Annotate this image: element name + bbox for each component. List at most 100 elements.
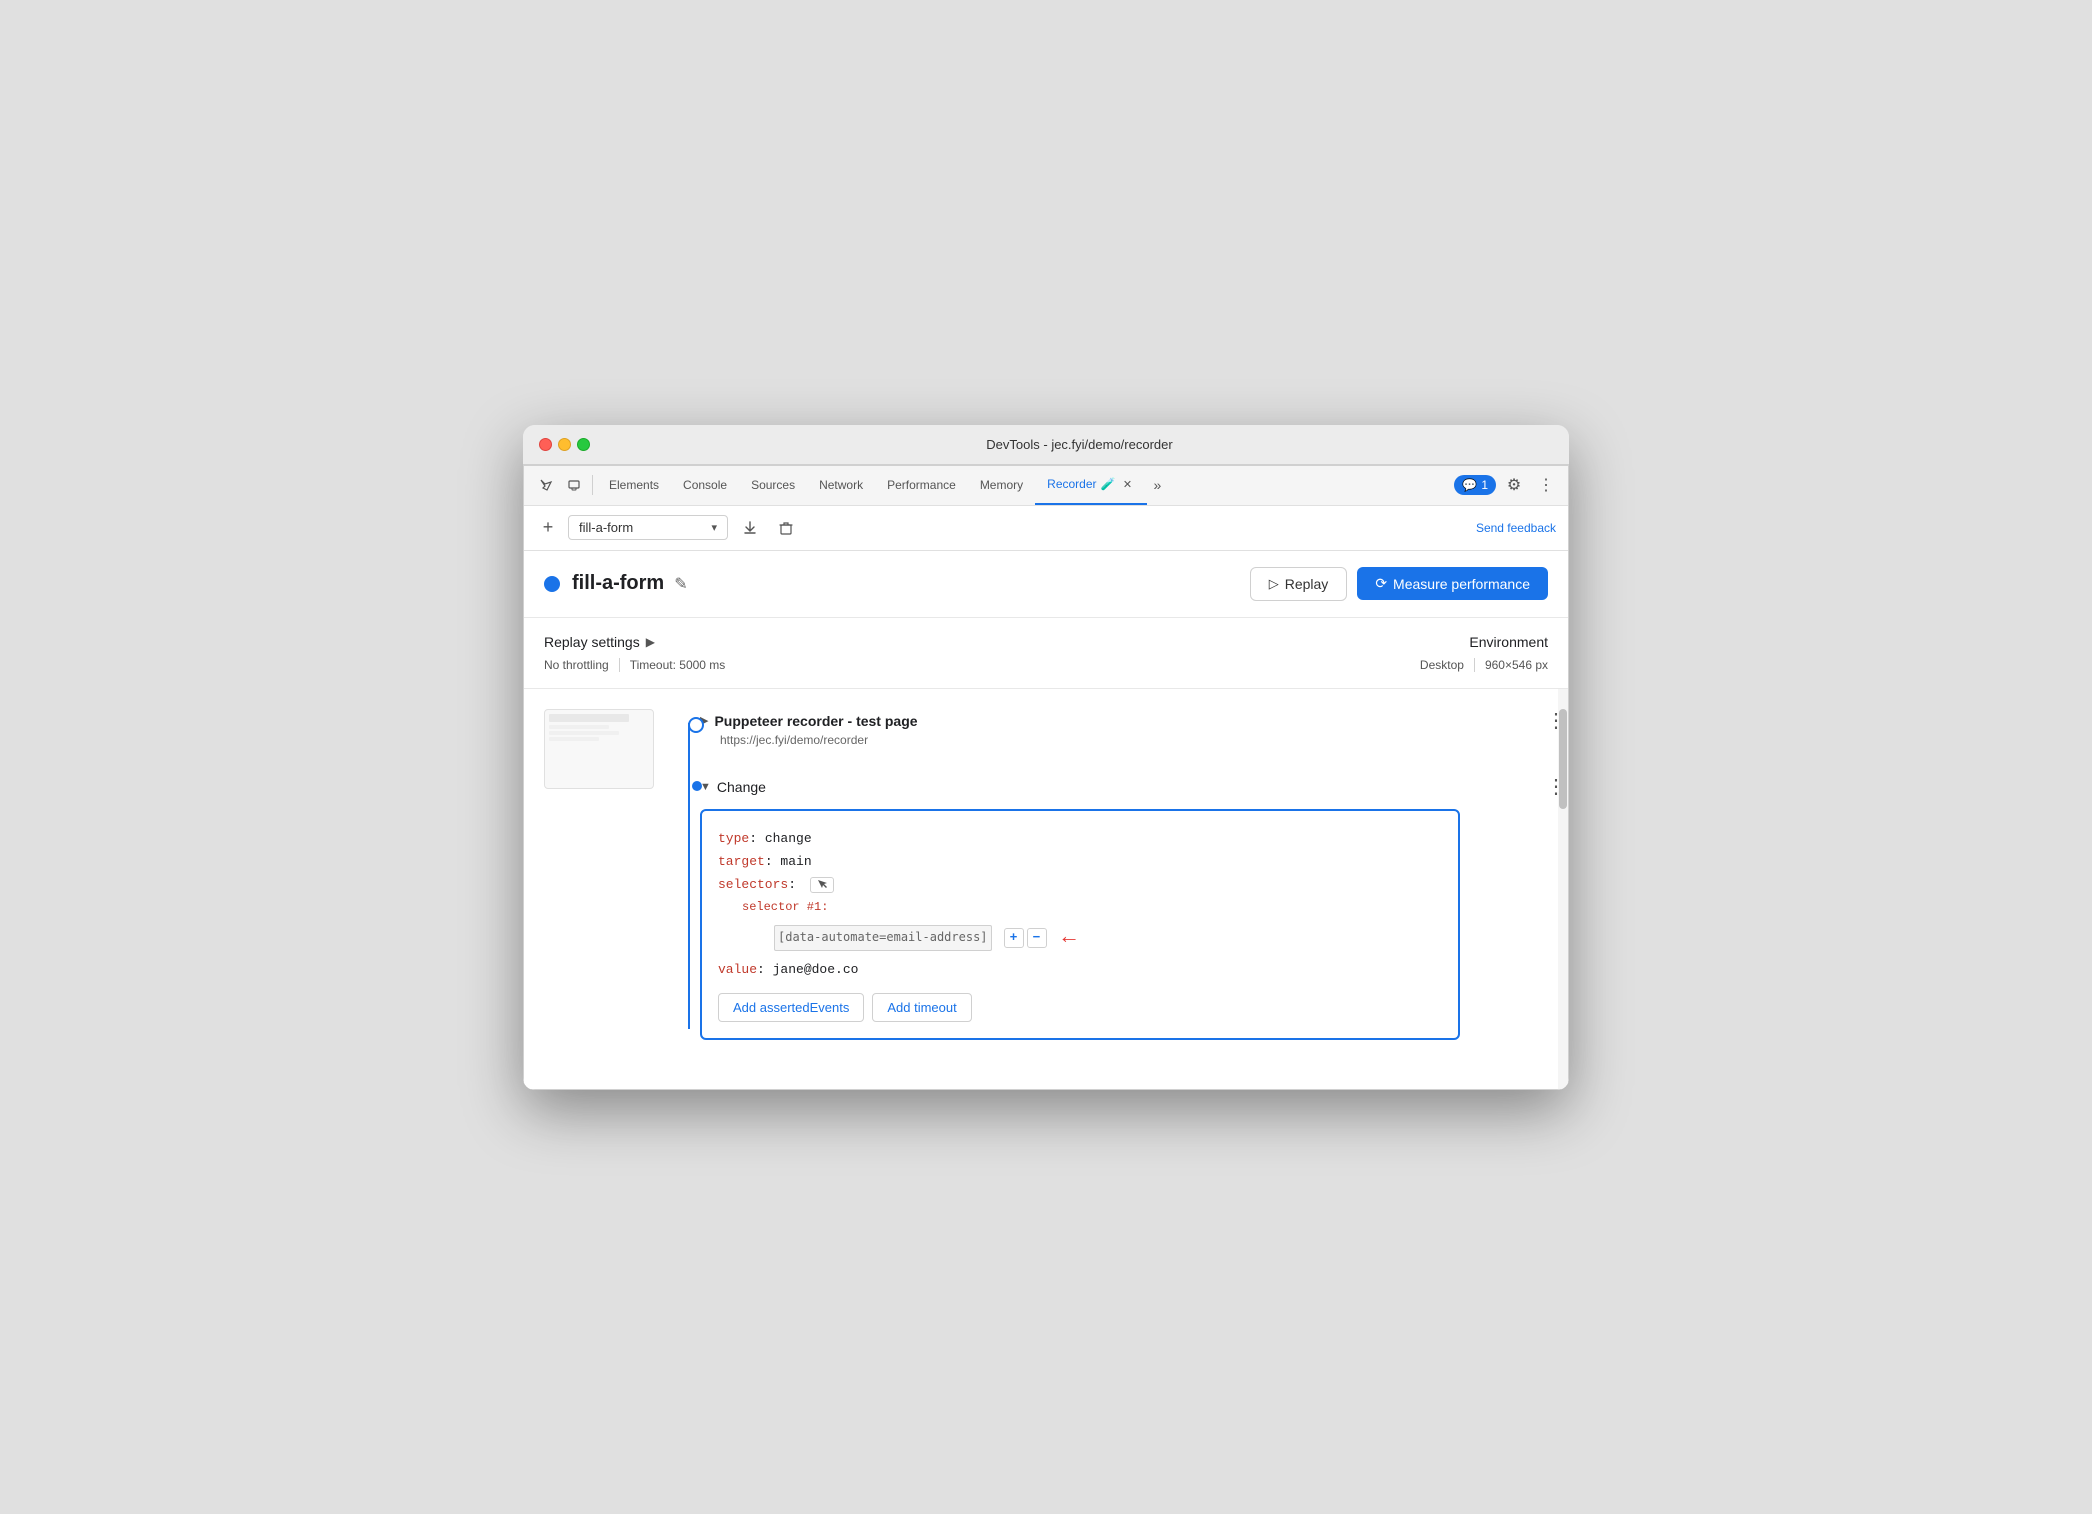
tab-separator	[592, 475, 593, 495]
chevron-down-icon: ▾	[711, 521, 717, 534]
code-selectors-key: selectors	[718, 873, 788, 896]
maximize-button[interactable]	[577, 438, 590, 451]
steps-area: ▶ Puppeteer recorder - test page ⋮ https…	[524, 689, 1568, 1089]
resolution-label: 960×546 px	[1485, 658, 1548, 672]
step-change-title: Change	[717, 779, 766, 795]
code-type-key: type	[718, 827, 749, 850]
replay-settings-arrow-icon: ▶	[646, 635, 655, 649]
tabs-bar: Elements Console Sources Network Perform…	[524, 466, 1568, 506]
recorder-tab-label: Recorder	[1047, 477, 1096, 491]
step-change: ▼ Change ⋮ type : change	[700, 775, 1568, 1041]
tab-right-icons: 💬 1 ⚙ ⋮	[1454, 471, 1560, 499]
red-arrow-indicator: ←	[1063, 918, 1076, 958]
tab-network[interactable]: Network	[807, 465, 875, 505]
code-target-colon: :	[765, 850, 781, 873]
tab-elements[interactable]: Elements	[597, 465, 671, 505]
action-buttons: Add assertedEvents Add timeout	[718, 993, 1442, 1022]
step-change-header: ▼ Change ⋮	[700, 775, 1568, 799]
code-selector-num-line: selector #1:	[718, 897, 1442, 919]
replay-settings-title[interactable]: Replay settings ▶	[544, 634, 1420, 650]
tab-sources[interactable]: Sources	[739, 465, 807, 505]
traffic-lights	[539, 438, 590, 451]
step-dot-navigate	[688, 717, 704, 733]
devtools-container: Elements Console Sources Network Perform…	[523, 465, 1569, 1090]
add-timeout-button[interactable]: Add timeout	[872, 993, 971, 1022]
recording-name: fill-a-form	[572, 572, 664, 595]
step-dot-change	[692, 781, 702, 791]
timeline-line	[688, 723, 690, 1029]
timeout-label: Timeout: 5000 ms	[630, 658, 726, 672]
code-value-val: jane@doe.co	[773, 958, 859, 981]
tab-performance[interactable]: Performance	[875, 465, 968, 505]
selector-value-text: [data-automate=email-address]	[774, 925, 992, 951]
measure-performance-button[interactable]: ⟳ Measure performance	[1357, 567, 1548, 600]
desktop-label: Desktop	[1420, 658, 1464, 672]
recorder-toolbar: + fill-a-form ▾ Send feedback	[524, 506, 1568, 551]
title-bar: DevTools - jec.fyi/demo/recorder	[523, 425, 1569, 465]
tab-memory[interactable]: Memory	[968, 465, 1035, 505]
thumbnail-content	[545, 710, 653, 745]
devtools-window: DevTools - jec.fyi/demo/recorder Element…	[523, 425, 1569, 1090]
delete-recording-button[interactable]	[772, 514, 800, 542]
code-value-key: value	[718, 958, 757, 981]
inspect-icon[interactable]	[532, 471, 560, 499]
thumbnail-col	[544, 709, 664, 1069]
code-type-colon: :	[749, 827, 765, 850]
code-selector-num: selector #1:	[742, 897, 828, 919]
code-target-key: target	[718, 850, 765, 873]
notification-badge[interactable]: 💬 1	[1454, 475, 1496, 495]
step-navigate: ▶ Puppeteer recorder - test page ⋮ https…	[700, 709, 1568, 747]
step-navigate-url: https://jec.fyi/demo/recorder	[700, 733, 1568, 747]
scrollbar-track[interactable]	[1558, 689, 1568, 1089]
code-selector-value-line: [data-automate=email-address] + − ←	[718, 918, 1442, 958]
more-options-icon[interactable]: ⋮	[1532, 471, 1560, 499]
environment-title: Environment	[1420, 634, 1548, 650]
tab-recorder[interactable]: Recorder 🧪 ✕	[1035, 465, 1147, 505]
add-remove-buttons: + −	[1004, 928, 1047, 948]
notification-count: 1	[1481, 478, 1488, 492]
edit-name-icon[interactable]: ✎	[674, 574, 687, 594]
tab-console[interactable]: Console	[671, 465, 739, 505]
code-selectors-line: selectors :	[718, 873, 1442, 896]
measure-icon: ⟳	[1375, 575, 1387, 592]
replay-label: Replay	[1285, 576, 1329, 592]
recording-header: fill-a-form ✎ ▷ Replay ⟳ Measure perform…	[524, 551, 1568, 618]
add-selector-button[interactable]: +	[1004, 928, 1024, 948]
throttling-label: No throttling	[544, 658, 609, 672]
steps-timeline: ▶ Puppeteer recorder - test page ⋮ https…	[680, 709, 1568, 1069]
code-block: type : change target : main selectors	[700, 809, 1460, 1041]
close-button[interactable]	[539, 438, 552, 451]
chat-icon: 💬	[1462, 478, 1477, 492]
measure-label: Measure performance	[1393, 576, 1530, 592]
cursor-icon	[815, 878, 829, 892]
main-content: fill-a-form ✎ ▷ Replay ⟳ Measure perform…	[524, 551, 1568, 1089]
play-icon: ▷	[1269, 576, 1279, 592]
more-tabs-icon[interactable]: »	[1147, 473, 1167, 497]
minimize-button[interactable]	[558, 438, 571, 451]
step-navigate-title: Puppeteer recorder - test page	[714, 713, 917, 729]
remove-selector-button[interactable]: −	[1027, 928, 1047, 948]
code-target-val: main	[780, 850, 811, 873]
recorder-icon: 🧪	[1101, 477, 1116, 491]
settings-icon[interactable]: ⚙	[1500, 471, 1528, 499]
settings-left: Replay settings ▶ No throttling Timeout:…	[544, 634, 1420, 672]
settings-divider	[619, 658, 620, 672]
recorder-close-icon[interactable]: ✕	[1119, 476, 1135, 492]
download-recording-button[interactable]	[736, 514, 764, 542]
step-navigate-header: ▶ Puppeteer recorder - test page ⋮	[700, 709, 1568, 733]
code-selectors-colon: :	[788, 873, 804, 896]
scrollbar-thumb[interactable]	[1559, 709, 1567, 809]
recording-select[interactable]: fill-a-form ▾	[568, 515, 728, 540]
recording-status-dot	[544, 576, 560, 592]
window-title: DevTools - jec.fyi/demo/recorder	[606, 437, 1553, 452]
env-divider	[1474, 658, 1475, 672]
code-value-colon: :	[757, 958, 773, 981]
add-recording-button[interactable]: +	[536, 516, 560, 540]
device-toggle-icon[interactable]	[560, 471, 588, 499]
code-type-val: change	[765, 827, 812, 850]
replay-button[interactable]: ▷ Replay	[1250, 567, 1348, 601]
selector-icon-button[interactable]	[810, 877, 834, 893]
code-target-line: target : main	[718, 850, 1442, 873]
send-feedback-link[interactable]: Send feedback	[1476, 521, 1556, 535]
add-asserted-events-button[interactable]: Add assertedEvents	[718, 993, 864, 1022]
